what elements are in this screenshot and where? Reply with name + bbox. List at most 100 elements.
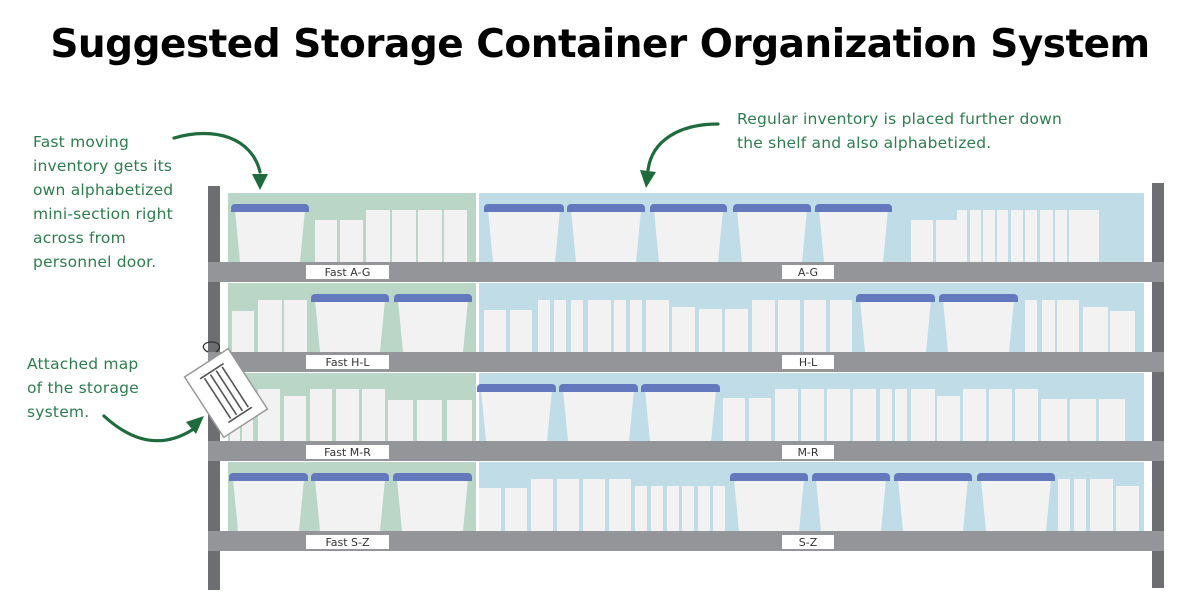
bin-body [819, 210, 888, 262]
storage-box [983, 210, 995, 262]
storage-box [667, 486, 679, 531]
storage-box [775, 389, 798, 441]
storage-box [682, 486, 694, 531]
regular-label-2: H-L [799, 356, 818, 369]
storage-box [362, 389, 385, 441]
storage-bin [477, 384, 556, 441]
storage-box [1042, 300, 1055, 352]
storage-box [444, 210, 467, 262]
storage-box [609, 479, 631, 531]
bin-body [397, 479, 468, 531]
storage-box [1090, 479, 1113, 531]
bin-body [398, 300, 468, 352]
shelving-diagram: Fast A-G A-G Fast H-L H-L Fast M-R M-R F… [102, 122, 1164, 590]
storage-bin [650, 204, 727, 262]
storage-bin [394, 294, 472, 352]
storage-bin [894, 473, 972, 531]
storage-bin [641, 384, 720, 441]
storage-box [340, 220, 363, 262]
storage-box [1015, 389, 1038, 441]
storage-box [232, 311, 254, 352]
storage-box [583, 479, 605, 531]
right-post [1152, 183, 1164, 588]
storage-box [531, 479, 553, 531]
storage-box [284, 396, 306, 441]
storage-bin [484, 204, 564, 262]
storage-box [1070, 399, 1096, 441]
storage-box [1057, 300, 1079, 352]
storage-box [1041, 399, 1067, 441]
storage-box [957, 210, 967, 262]
storage-box [672, 307, 695, 352]
storage-bin [559, 384, 638, 441]
storage-box [614, 300, 626, 352]
bin-body [734, 479, 804, 531]
regular-label-1: A-G [798, 266, 818, 279]
fast-label-4: Fast S-Z [325, 536, 370, 549]
storage-box [880, 389, 892, 441]
storage-bin [939, 294, 1018, 352]
storage-box [895, 389, 907, 441]
bin-body [235, 210, 305, 262]
bin-body [943, 300, 1014, 352]
bin-body [737, 210, 807, 262]
storage-box [804, 300, 826, 352]
storage-box [284, 300, 307, 352]
storage-box [830, 300, 852, 352]
bin-body [898, 479, 968, 531]
storage-box [484, 310, 506, 352]
bin-body [315, 300, 385, 352]
storage-box [937, 396, 960, 441]
storage-box [630, 300, 642, 352]
storage-box [963, 389, 986, 441]
storage-box [723, 398, 745, 441]
storage-box [554, 300, 566, 352]
storage-box [651, 486, 663, 531]
storage-box [1055, 210, 1067, 262]
storage-bin [393, 473, 472, 531]
bin-body [645, 390, 716, 441]
storage-box [447, 400, 472, 441]
bin-body [563, 390, 634, 441]
storage-bin [229, 473, 308, 531]
storage-box [635, 486, 647, 531]
bin-body [816, 479, 886, 531]
storage-bin [977, 473, 1055, 531]
storage-box [1011, 210, 1023, 262]
regular-label-4: S-Z [799, 536, 818, 549]
storage-box [417, 400, 442, 441]
arrow-map-icon [102, 414, 204, 443]
storage-box [1058, 479, 1070, 531]
fast-label-1: Fast A-G [325, 266, 371, 279]
storage-box [588, 300, 611, 352]
storage-box [646, 300, 669, 352]
storage-box [749, 398, 771, 441]
arrow-fast-moving-icon [172, 131, 268, 190]
storage-box [1025, 300, 1037, 352]
storage-box [1116, 486, 1139, 531]
storage-bin [733, 204, 811, 262]
storage-box [258, 300, 282, 352]
storage-box [310, 389, 332, 441]
storage-box [258, 389, 280, 441]
storage-box [970, 210, 981, 262]
bin-body [488, 210, 560, 262]
storage-bin [231, 204, 309, 262]
bin-body [981, 479, 1051, 531]
storage-bin [567, 204, 645, 262]
storage-box [1110, 311, 1135, 352]
bin-body [481, 390, 552, 441]
storage-bin [815, 204, 892, 262]
storage-box [699, 309, 722, 352]
storage-box [538, 300, 550, 352]
storage-box [315, 220, 337, 262]
storage-box [698, 486, 710, 531]
bin-body [860, 300, 931, 352]
storage-box [997, 210, 1008, 262]
arrow-regular-inventory-icon [640, 122, 720, 188]
storage-box [853, 389, 876, 441]
storage-box [989, 389, 1012, 441]
storage-box [911, 389, 935, 441]
storage-box [778, 300, 800, 352]
bin-body [315, 479, 385, 531]
